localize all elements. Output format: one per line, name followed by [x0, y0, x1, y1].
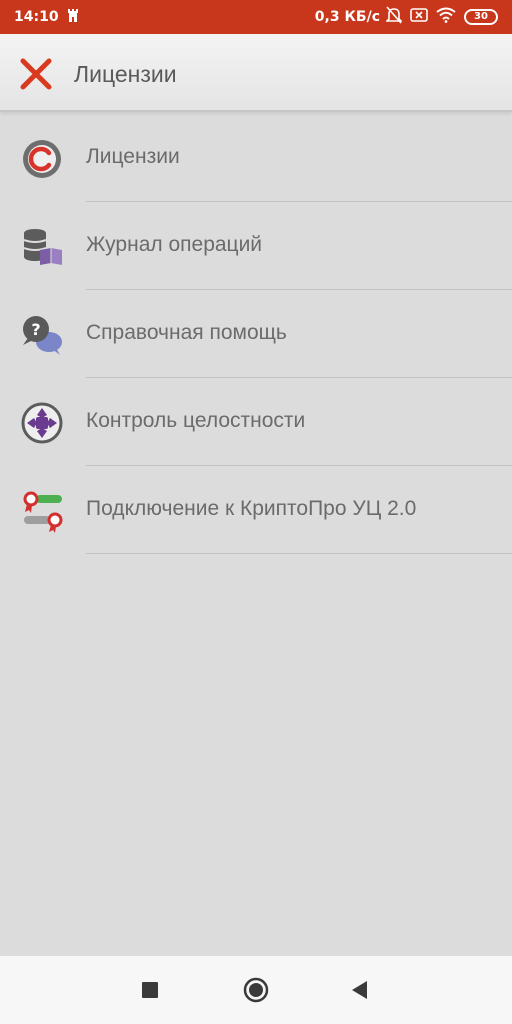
recents-icon[interactable]	[136, 976, 164, 1004]
status-icons: 30	[385, 6, 498, 28]
integrity-icon	[20, 401, 64, 445]
menu-item-label: Лицензии	[86, 145, 180, 168]
menu-item-integrity-control[interactable]: Контроль целостности	[0, 378, 512, 466]
network-speed: 0,3 КБ/с	[314, 9, 380, 25]
status-time: 14:10	[14, 9, 59, 25]
database-book-icon	[20, 225, 64, 269]
home-icon[interactable]	[242, 976, 270, 1004]
wifi-icon	[436, 7, 456, 27]
menu-list: Лицензии Журнал операций ? Справочная по…	[0, 114, 512, 554]
status-bar: 14:10 0,3 КБ/с 30	[0, 0, 512, 34]
sim-off-icon	[410, 7, 428, 27]
menu-item-label: Журнал операций	[86, 233, 263, 256]
page-title: Лицензии	[74, 61, 177, 87]
battery-icon: 30	[464, 9, 498, 25]
menu-item-licenses[interactable]: Лицензии	[0, 114, 512, 202]
system-nav-bar	[0, 956, 512, 1024]
menu-item-label: Контроль целостности	[86, 409, 306, 432]
menu-item-operations-log[interactable]: Журнал операций	[0, 202, 512, 290]
back-icon[interactable]	[346, 976, 374, 1004]
certificate-connect-icon	[20, 489, 64, 533]
tower-icon	[66, 9, 80, 23]
menu-item-label: Справочная помощь	[86, 321, 287, 344]
copyright-icon	[20, 137, 64, 181]
menu-item-label: Подключение к КриптоПро УЦ 2.0	[86, 497, 417, 520]
menu-item-cryptopro-ca[interactable]: Подключение к КриптоПро УЦ 2.0	[0, 466, 512, 554]
close-icon[interactable]	[18, 56, 54, 92]
help-chat-icon: ?	[20, 313, 64, 357]
bell-off-icon	[385, 6, 403, 28]
divider	[86, 553, 512, 554]
menu-item-help[interactable]: ? Справочная помощь	[0, 290, 512, 378]
svg-text:?: ?	[31, 320, 40, 339]
app-bar: Лицензии	[0, 34, 512, 112]
